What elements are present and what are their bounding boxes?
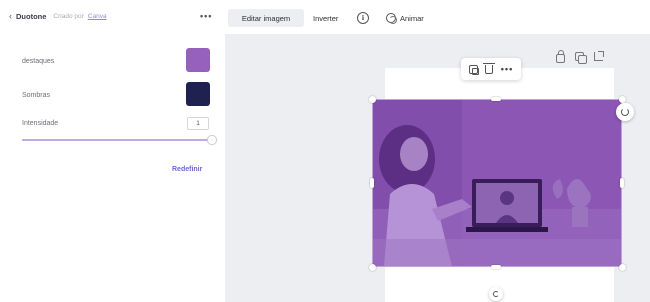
element-floating-toolbar: ••• — [461, 58, 521, 80]
copy-icon[interactable] — [468, 64, 479, 75]
info-icon[interactable]: i — [357, 12, 369, 24]
rotate-icon[interactable] — [616, 103, 634, 121]
reset-button[interactable]: Redefinir — [172, 166, 202, 173]
intensity-input[interactable]: 1 — [187, 117, 209, 130]
resize-handle-top-left[interactable] — [369, 96, 376, 103]
lock-icon[interactable] — [556, 50, 565, 63]
resize-handle-left[interactable] — [370, 178, 374, 188]
shadows-color-swatch[interactable] — [186, 82, 210, 106]
intensity-slider[interactable] — [22, 135, 217, 145]
highlights-color-swatch[interactable] — [186, 48, 210, 72]
more-options-icon[interactable]: ••• — [200, 11, 212, 21]
animate-label: Animar — [400, 13, 424, 23]
animate-icon — [386, 13, 397, 24]
duotone-photo[interactable] — [372, 99, 622, 267]
page-tools — [556, 50, 604, 64]
top-toolbar: ‹ Duotone Criado por Canva ••• Editar im… — [0, 0, 650, 34]
shadows-label: Sombras — [22, 92, 51, 99]
duplicate-page-icon[interactable] — [575, 52, 587, 64]
credit-prefix: Criado por — [53, 13, 84, 20]
back-button[interactable]: ‹ Duotone Criado por Canva — [9, 11, 107, 22]
resize-handle-bottom-right[interactable] — [619, 264, 626, 271]
resize-handle-top[interactable] — [491, 97, 501, 101]
resize-handle-top-right[interactable] — [619, 96, 626, 103]
canvas-area: ••• — [225, 34, 650, 302]
highlights-label: destaques — [22, 58, 55, 65]
intensity-slider-thumb[interactable] — [207, 135, 217, 145]
edit-image-button[interactable]: Editar imagem — [228, 9, 304, 27]
intensity-slider-fill — [22, 139, 212, 141]
effect-title: Duotone — [16, 12, 47, 21]
chevron-left-icon: ‹ — [9, 11, 12, 21]
trash-icon[interactable] — [483, 62, 496, 74]
invert-button[interactable]: Inverter — [313, 9, 338, 27]
rotate-handle-icon[interactable] — [489, 287, 503, 301]
intensity-label: Intensidade — [22, 120, 59, 127]
animate-button[interactable]: Animar — [386, 9, 424, 27]
duotone-settings-panel: destaques Sombras Intensidade 1 Redefini… — [0, 34, 225, 302]
photo-illustration — [372, 99, 622, 267]
more-icon[interactable]: ••• — [501, 64, 513, 74]
resize-handle-bottom-left[interactable] — [369, 264, 376, 271]
resize-handle-bottom[interactable] — [491, 265, 501, 269]
resize-handle-right[interactable] — [620, 178, 624, 188]
credit-author-link[interactable]: Canva — [88, 13, 107, 20]
add-page-icon[interactable] — [594, 51, 604, 61]
